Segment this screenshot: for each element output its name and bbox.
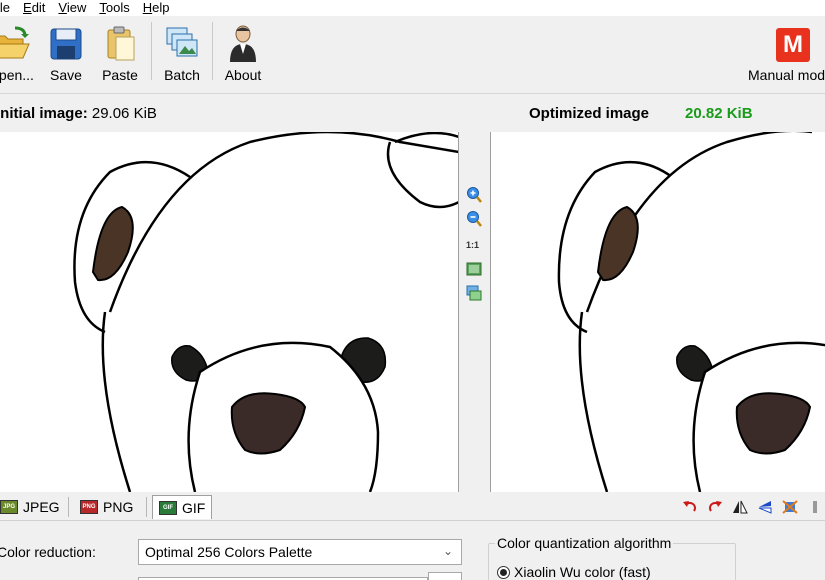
- zoom-in-icon[interactable]: [465, 186, 483, 204]
- jpeg-file-icon: JPG: [0, 500, 18, 514]
- quantization-option-label: Xiaolin Wu color (fast): [514, 564, 651, 580]
- menu-view[interactable]: View: [58, 0, 86, 16]
- manual-mode-label: Manual mode: [748, 67, 825, 83]
- image-tools: [675, 498, 825, 516]
- crop-icon[interactable]: [780, 498, 800, 516]
- folder-open-icon: [0, 26, 30, 59]
- zoom-out-icon[interactable]: [465, 210, 483, 228]
- quantization-group-title: Color quantization algorithm: [495, 535, 674, 551]
- manual-mode-button[interactable]: M Manual mode: [748, 20, 825, 86]
- more-tools-icon[interactable]: [805, 498, 825, 516]
- tab-separator: [146, 497, 147, 517]
- rotate-right-icon[interactable]: [705, 498, 725, 516]
- about-label: About: [224, 67, 262, 83]
- gif-file-icon: GIF: [159, 500, 177, 515]
- initial-image-pane[interactable]: [0, 132, 459, 492]
- color-reduction-label: Color reduction:: [0, 544, 96, 560]
- save-label: Save: [50, 67, 82, 83]
- radio-selected-icon[interactable]: [497, 565, 510, 579]
- zoom-actual-size-button[interactable]: 1:1: [466, 240, 479, 250]
- paste-button[interactable]: Paste: [98, 20, 142, 86]
- tab-gif-label: GIF: [182, 499, 206, 516]
- open-button[interactable]: Open...: [0, 20, 36, 86]
- tab-jpeg[interactable]: JPG JPEG: [0, 495, 60, 519]
- tab-separator: [68, 497, 69, 517]
- bear-illustration: [73, 132, 458, 492]
- batch-label: Batch: [164, 67, 200, 83]
- menu-edit[interactable]: Edit: [23, 0, 45, 16]
- tab-png-label: PNG: [103, 499, 134, 515]
- flip-vertical-icon[interactable]: [755, 498, 775, 516]
- manual-mode-icon: M: [776, 28, 810, 62]
- tab-gif[interactable]: GIF GIF: [152, 495, 213, 519]
- tab-jpeg-label: JPEG: [23, 499, 60, 515]
- clipboard-icon: [107, 26, 135, 61]
- paste-label: Paste: [102, 67, 138, 83]
- color-reduction-value: Optimal 256 Colors Palette: [145, 544, 313, 560]
- png-file-icon: PNG: [80, 500, 98, 514]
- toolbar: Open... Save Paste Batch: [0, 16, 825, 94]
- gif-options-panel: Color reduction: Optimal 256 Colors Pale…: [0, 522, 825, 580]
- optimized-image-pane[interactable]: [490, 132, 825, 492]
- toolbar-separator: [151, 22, 152, 80]
- image-header: Initial image: 29.06 KiB Optimized image…: [0, 96, 825, 130]
- swap-images-icon[interactable]: [465, 284, 483, 302]
- fit-to-window-icon[interactable]: [465, 260, 483, 278]
- person-icon: [230, 25, 256, 62]
- bear-illustration: [557, 132, 825, 492]
- menu-file[interactable]: ile: [0, 0, 10, 16]
- menu-bar: ile Edit View Tools Help: [0, 0, 825, 16]
- initial-image-info: Initial image: 29.06 KiB: [0, 105, 157, 122]
- chevron-down-icon: ⌄: [442, 544, 453, 558]
- rotate-left-icon[interactable]: [680, 498, 700, 516]
- batch-images-icon: [166, 27, 198, 57]
- save-button[interactable]: Save: [44, 20, 88, 86]
- secondary-spinner[interactable]: [428, 572, 462, 580]
- quantization-option-wu[interactable]: Xiaolin Wu color (fast): [497, 564, 651, 580]
- optimized-image-label: Optimized image: [529, 105, 650, 122]
- tab-png[interactable]: PNG PNG: [80, 495, 133, 519]
- zoom-toolbar: 1:1: [459, 132, 490, 492]
- about-button[interactable]: About: [221, 20, 265, 86]
- batch-button[interactable]: Batch: [160, 20, 204, 86]
- open-label: Open...: [0, 67, 34, 83]
- color-reduction-select[interactable]: Optimal 256 Colors Palette ⌄: [138, 539, 462, 565]
- floppy-disk-icon: [50, 28, 82, 60]
- optimized-image-size: 20.82 KiB: [685, 105, 753, 122]
- menu-tools[interactable]: Tools: [99, 0, 129, 16]
- flip-horizontal-icon[interactable]: [730, 498, 750, 516]
- toolbar-separator: [212, 22, 213, 80]
- menu-help[interactable]: Help: [143, 0, 170, 16]
- format-tabs: JPG JPEG PNG PNG GIF GIF: [0, 492, 825, 521]
